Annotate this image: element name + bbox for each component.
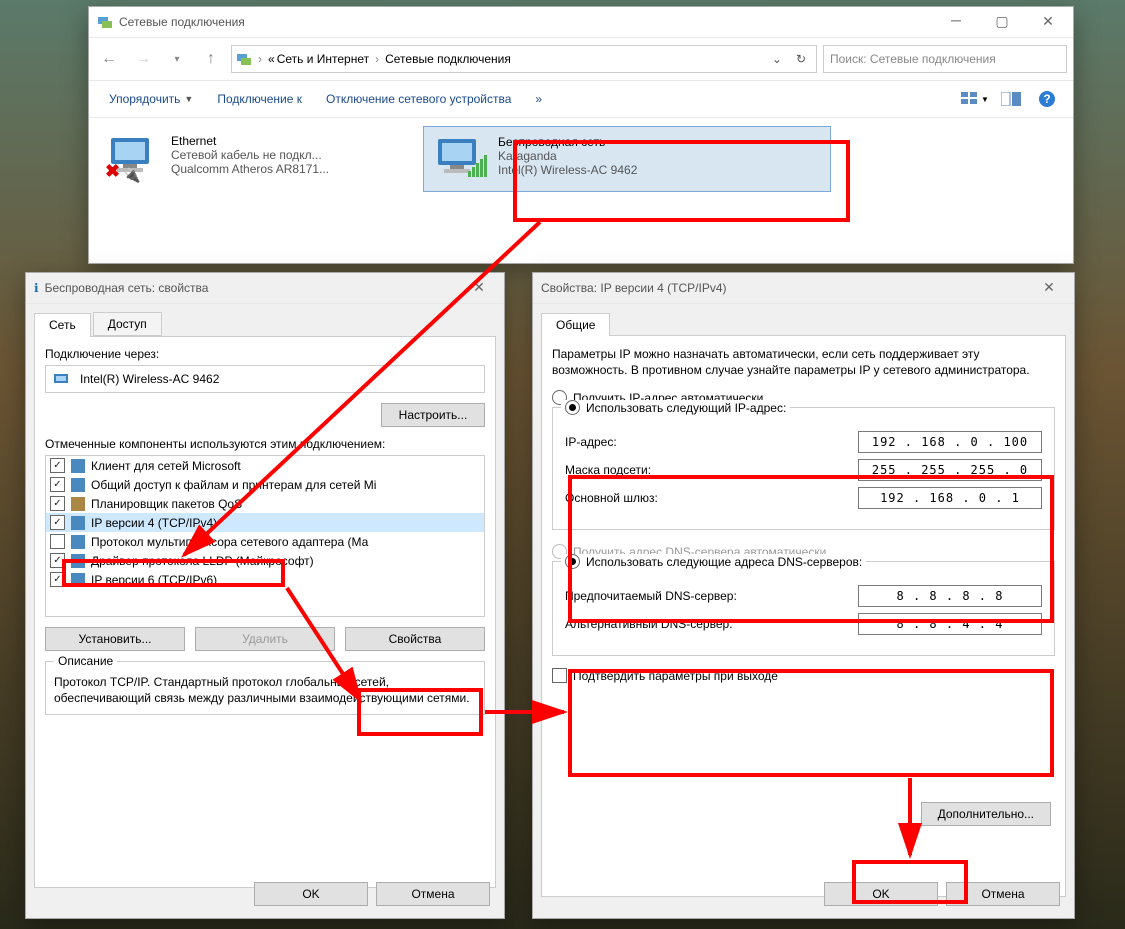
ip-label: IP-адрес: (565, 435, 858, 449)
connection-name: Беспроводная сеть (498, 135, 637, 149)
address-bar: ← → ▾ ↑ › « Сеть и Интернет › Сетевые по… (89, 38, 1073, 81)
configure-button[interactable]: Настроить... (381, 403, 485, 427)
connection-ethernet[interactable]: ✖ 🔌 Ethernet Сетевой кабель не подкл... … (97, 126, 413, 192)
ok-button[interactable]: OK (824, 882, 938, 906)
connect-via-label: Подключение через: (45, 347, 485, 361)
remove-button: Удалить (195, 627, 335, 651)
mask-label: Маска подсети: (565, 463, 858, 477)
view-options-icon[interactable]: ▼ (959, 85, 991, 113)
window-title: Сетевые подключения (119, 15, 933, 29)
cancel-button[interactable]: Отмена (376, 882, 490, 906)
advanced-button[interactable]: Дополнительно... (921, 802, 1051, 826)
ipv4-properties-dialog: Свойства: IP версии 4 (TCP/IPv4) ✕ Общие… (532, 272, 1075, 919)
forward-button[interactable]: → (129, 45, 157, 73)
components-label: Отмеченные компоненты используются этим … (45, 437, 485, 451)
dns-group: Использовать следующие адреса DNS-сервер… (552, 561, 1055, 656)
breadcrumb-item[interactable]: Сетевые подключения (385, 52, 511, 66)
wifi-icon (432, 135, 488, 183)
info-icon: ℹ (34, 281, 39, 295)
chevron-icon: › (258, 52, 262, 66)
mask-input[interactable]: 255 . 255 . 255 . 0 (858, 459, 1042, 481)
close-button[interactable]: ✕ (1026, 273, 1072, 303)
checkbox[interactable]: ✓ (50, 515, 65, 530)
titlebar[interactable]: Сетевые подключения ─ ▢ ✕ (89, 7, 1073, 38)
checkbox[interactable]: ✓ (50, 477, 65, 492)
more-button[interactable]: » (525, 86, 552, 112)
list-item[interactable]: ✓Драйвер протокола LLDP (Майкрософт) (46, 551, 484, 570)
up-button[interactable]: ↑ (197, 45, 225, 73)
search-input[interactable]: Поиск: Сетевые подключения (823, 45, 1067, 73)
ip-group: Использовать следующий IP-адрес: IP-адре… (552, 407, 1055, 530)
breadcrumb[interactable]: › « Сеть и Интернет › Сетевые подключени… (231, 45, 817, 73)
list-item[interactable]: Протокол мультиплексора сетевого адаптер… (46, 532, 484, 551)
svg-text:?: ? (1043, 92, 1050, 106)
radio-use-ip[interactable]: Использовать следующий IP-адрес: (561, 400, 790, 415)
connect-button[interactable]: Подключение к (207, 86, 312, 112)
chevron-icon: › (375, 52, 379, 66)
connection-name: Ethernet (171, 134, 329, 148)
ip-input[interactable]: 192 . 168 . 0 . 100 (858, 431, 1042, 453)
gateway-input[interactable]: 192 . 168 . 0 . 1 (858, 487, 1042, 509)
help-icon[interactable]: ? (1031, 85, 1063, 113)
checkbox[interactable]: ✓ (50, 458, 65, 473)
checkbox[interactable] (50, 534, 65, 549)
preview-pane-icon[interactable] (995, 85, 1027, 113)
checkbox[interactable]: ✓ (50, 496, 65, 511)
tab-network[interactable]: Сеть (34, 313, 91, 337)
network-connections-window: Сетевые подключения ─ ▢ ✕ ← → ▾ ↑ › « Се… (88, 6, 1074, 264)
adapter-box: Intel(R) Wireless-AC 9462 (45, 365, 485, 393)
ethernet-icon: ✖ 🔌 (105, 134, 161, 182)
description-legend: Описание (54, 654, 117, 668)
checkbox[interactable]: ✓ (50, 572, 65, 587)
connection-status: Karaganda (498, 149, 637, 163)
dropdown-icon[interactable]: ⌄ (766, 52, 788, 66)
recent-button[interactable]: ▾ (163, 45, 191, 73)
list-item[interactable]: ✓Планировщик пакетов QoS (46, 494, 484, 513)
list-item[interactable]: ✓Клиент для сетей Microsoft (46, 456, 484, 475)
dns1-label: Предпочитаемый DNS-сервер: (565, 589, 858, 603)
maximize-button[interactable]: ▢ (979, 7, 1025, 37)
network-icon (97, 14, 113, 30)
toolbar: Упорядочить ▼ Подключение к Отключение с… (89, 81, 1073, 118)
search-placeholder: Поиск: Сетевые подключения (830, 52, 996, 66)
dns1-input[interactable]: 8 . 8 . 8 . 8 (858, 585, 1042, 607)
list-item[interactable]: ✓Общий доступ к файлам и принтерам для с… (46, 475, 484, 494)
minimize-button[interactable]: ─ (933, 7, 979, 37)
list-item-ipv4[interactable]: ✓IP версии 4 (TCP/IPv4) (46, 513, 484, 532)
breadcrumb-pre[interactable]: « (268, 52, 275, 66)
adapter-name: Intel(R) Wireless-AC 9462 (80, 372, 219, 386)
connection-status: Сетевой кабель не подкл... (171, 148, 329, 162)
confirm-on-exit[interactable]: Подтвердить параметры при выходе (552, 668, 1055, 683)
tab-general[interactable]: Общие (541, 313, 610, 336)
close-button[interactable]: ✕ (1025, 7, 1071, 37)
ok-button[interactable]: OK (254, 882, 368, 906)
dialog-title: Беспроводная сеть: свойства (45, 281, 456, 295)
organize-button[interactable]: Упорядочить ▼ (99, 86, 203, 112)
gateway-label: Основной шлюз: (565, 491, 858, 505)
tab-access[interactable]: Доступ (93, 312, 162, 336)
info-paragraph: Параметры IP можно назначать автоматичес… (552, 346, 1055, 378)
checkbox[interactable]: ✓ (50, 553, 65, 568)
description-text: Протокол TCP/IP. Стандартный протокол гл… (54, 674, 476, 706)
breadcrumb-item[interactable]: Сеть и Интернет (277, 52, 369, 66)
radio-use-dns[interactable]: Использовать следующие адреса DNS-сервер… (561, 554, 866, 569)
connection-device: Qualcomm Atheros AR8171... (171, 162, 329, 176)
connection-wifi[interactable]: Беспроводная сеть Karaganda Intel(R) Wir… (423, 126, 831, 192)
dns2-input[interactable]: 8 . 8 . 4 . 4 (858, 613, 1042, 635)
components-list[interactable]: ✓Клиент для сетей Microsoft ✓Общий досту… (45, 455, 485, 617)
install-button[interactable]: Установить... (45, 627, 185, 651)
adapter-properties-dialog: ℹ Беспроводная сеть: свойства ✕ Сеть Дос… (25, 272, 505, 919)
dialog-title: Свойства: IP версии 4 (TCP/IPv4) (541, 281, 1026, 295)
refresh-icon[interactable]: ↻ (790, 52, 812, 66)
dns2-label: Альтернативный DNS-сервер: (565, 617, 858, 631)
list-item[interactable]: ✓IP версии 6 (TCP/IPv6) (46, 570, 484, 589)
disable-device-button[interactable]: Отключение сетевого устройства (316, 86, 521, 112)
connection-device: Intel(R) Wireless-AC 9462 (498, 163, 637, 177)
cancel-button[interactable]: Отмена (946, 882, 1060, 906)
close-button[interactable]: ✕ (456, 273, 502, 303)
back-button[interactable]: ← (95, 45, 123, 73)
properties-button[interactable]: Свойства (345, 627, 485, 651)
